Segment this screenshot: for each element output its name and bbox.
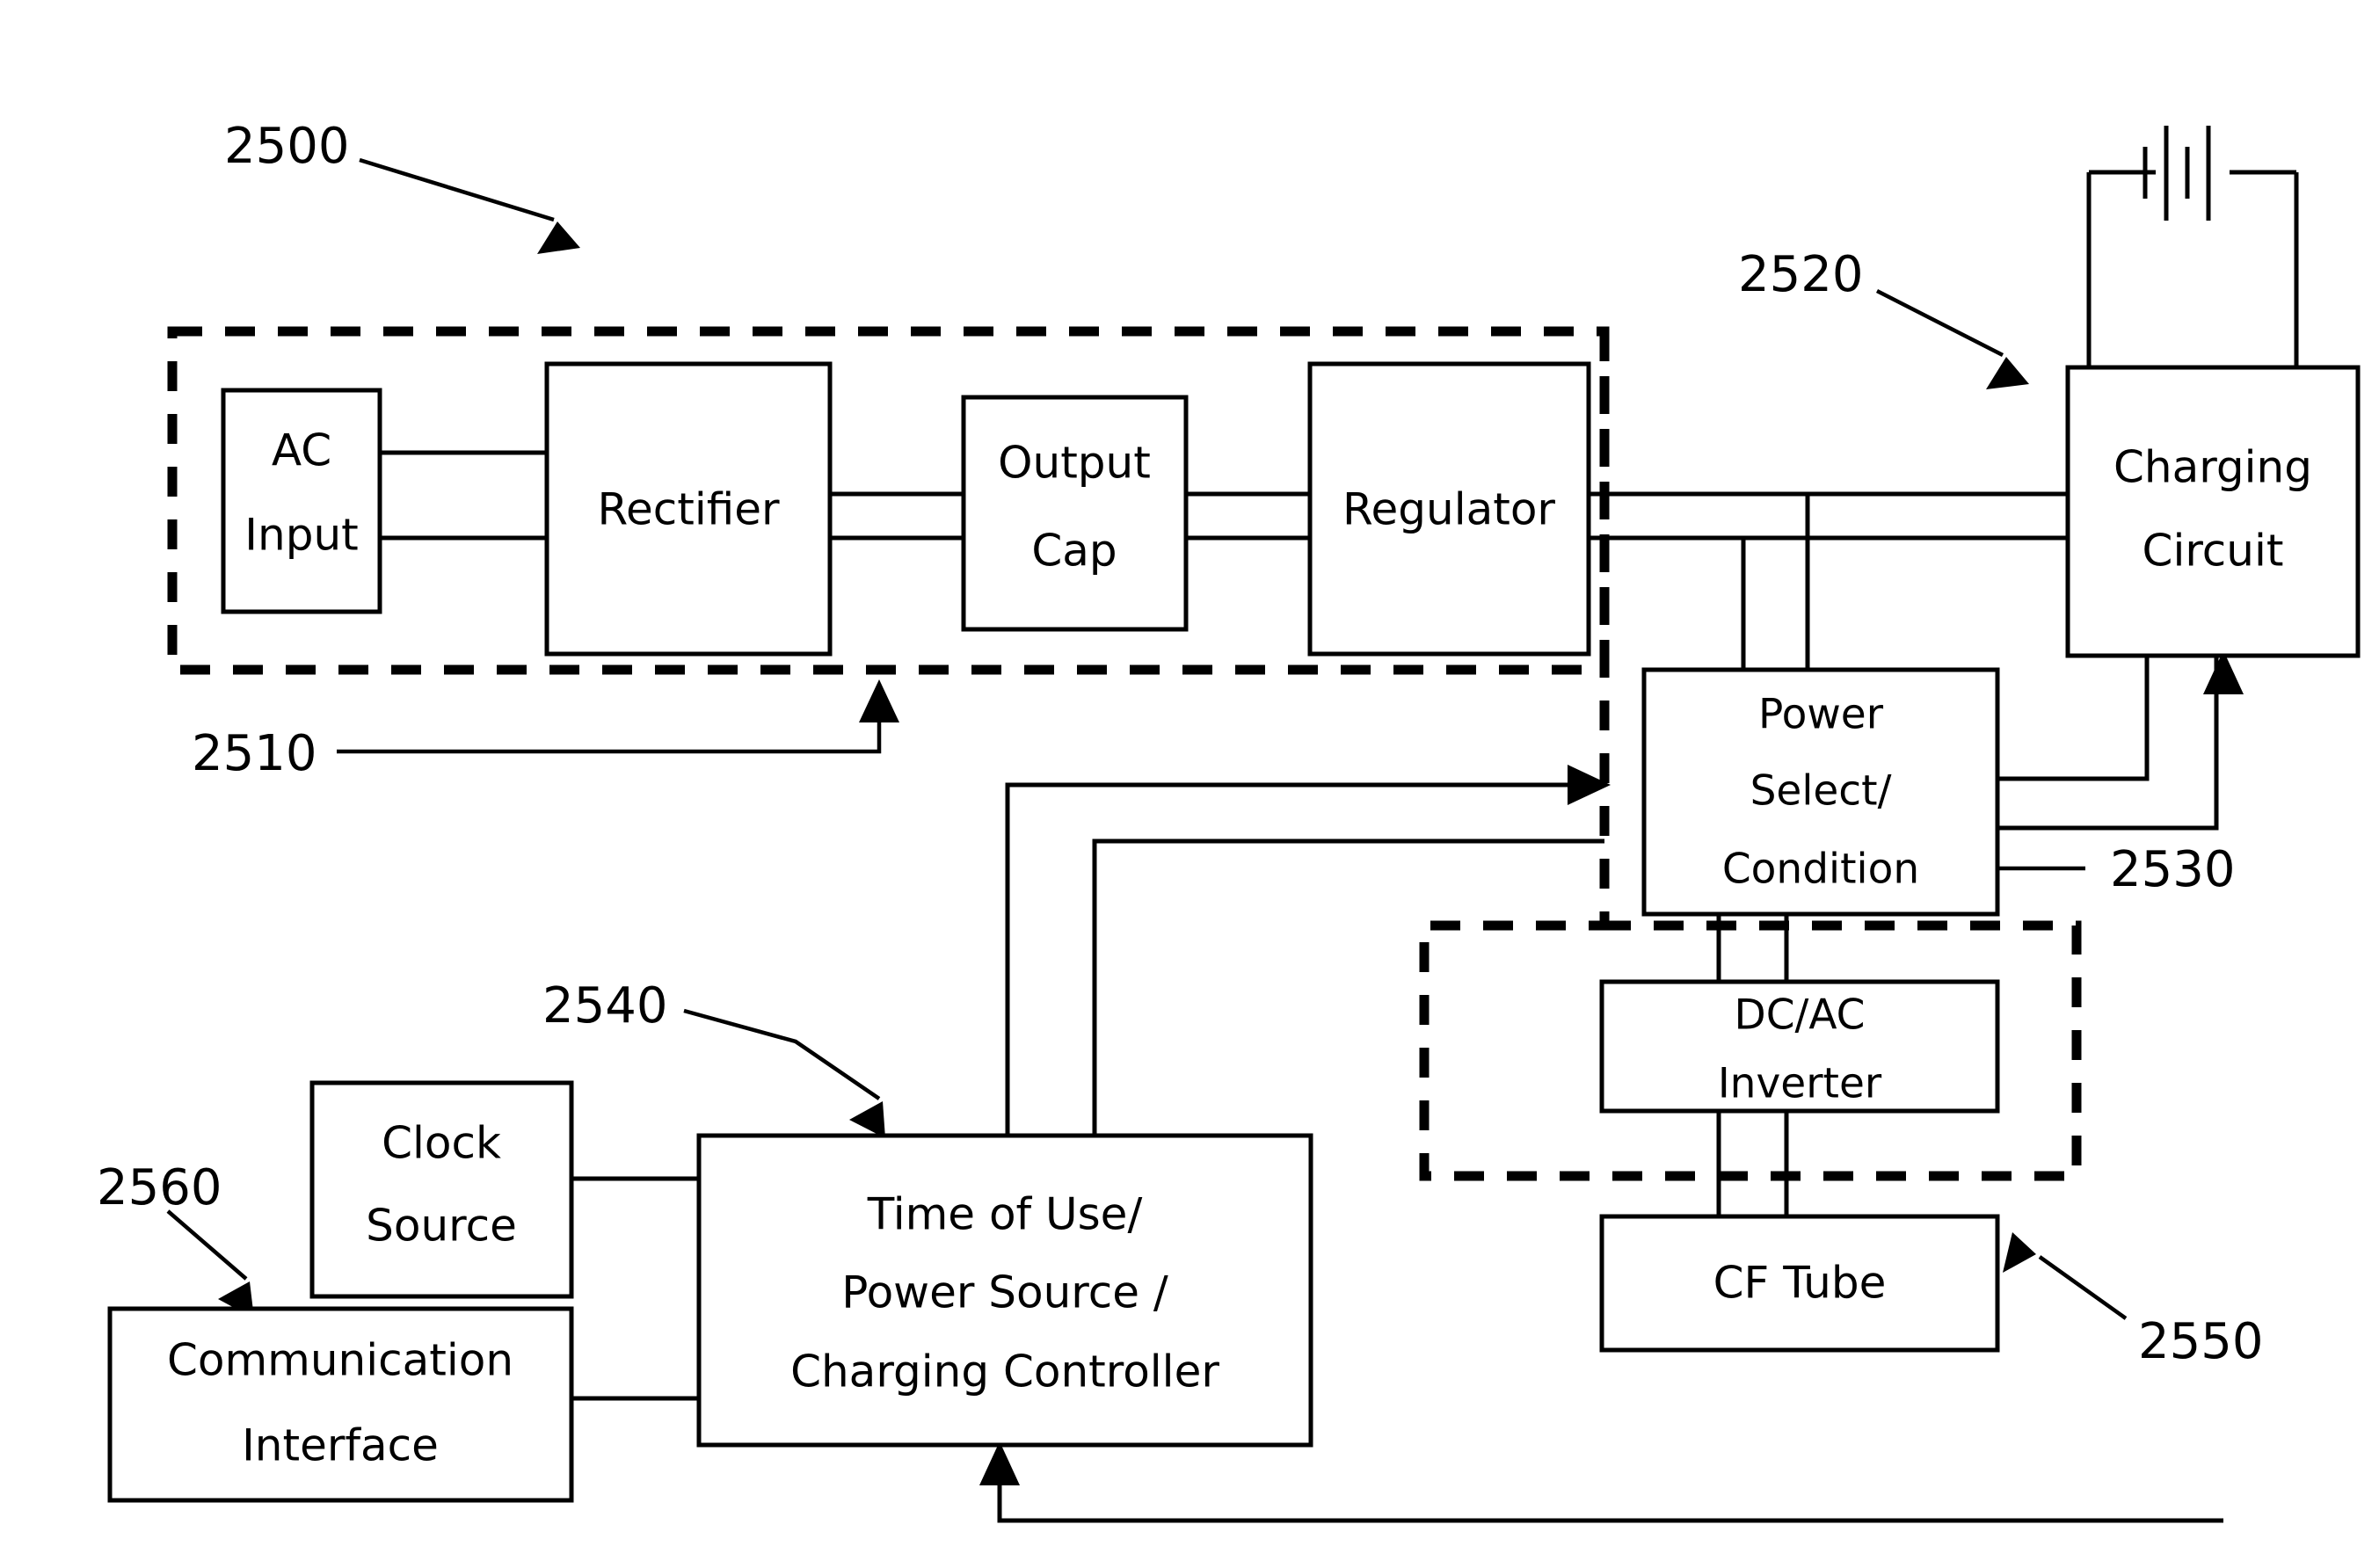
arrowhead-2500 <box>537 221 580 254</box>
block-output-cap-label-line1: Output <box>998 438 1151 489</box>
wire-controller-to-powerselect-lower <box>1092 838 1604 1136</box>
ref-numeral-2530: 2530 <box>2110 841 2236 898</box>
block-communication-interface-label-line2: Interface <box>242 1420 439 1471</box>
block-dc-ac-inverter-label-line2: Inverter <box>1718 1060 1882 1108</box>
block-ac-input[interactable] <box>221 388 382 614</box>
leader-2550 <box>2038 1255 2128 1320</box>
wire-controller-to-powerselect-upper <box>1005 782 1604 1136</box>
block-controller-label-line1: Time of Use/ <box>867 1189 1143 1240</box>
arrowhead-charging-feedback <box>979 1441 1020 1485</box>
block-ac-input-label-line1: AC <box>272 425 331 476</box>
block-power-select-label-line3: Condition <box>1722 846 1919 894</box>
block-charging-circuit-label-line1: Charging <box>2113 442 2312 493</box>
block-clock-source-label-line1: Clock <box>382 1118 501 1169</box>
block-controller-label-line3: Charging Controller <box>790 1347 1219 1397</box>
block-charging-circuit-label-line2: Circuit <box>2143 526 2284 577</box>
leader-2540 <box>683 1008 881 1100</box>
block-clock-source[interactable] <box>309 1080 574 1299</box>
block-regulator-label: Regulator <box>1342 484 1555 535</box>
block-diagram-svg: AC Input Rectifier Output Cap Regulator … <box>97 118 2361 1523</box>
wire-charging-feedback-to-controller <box>997 1446 2223 1523</box>
block-output-cap[interactable] <box>961 395 1189 632</box>
leader-2510 <box>337 684 882 754</box>
arrowhead-2540 <box>849 1101 885 1138</box>
block-charging-circuit[interactable] <box>2065 365 2361 658</box>
wire-charging-to-powerselect-upper <box>1997 656 2150 781</box>
block-power-select-label-line1: Power <box>1758 691 1884 739</box>
ref-numeral-2510: 2510 <box>192 725 317 782</box>
block-rectifier-label: Rectifier <box>597 484 779 535</box>
diagram-canvas: AC Input Rectifier Output Cap Regulator … <box>0 0 2379 1568</box>
arrowhead-2520 <box>1986 357 2029 389</box>
ref-numeral-2500: 2500 <box>224 118 350 175</box>
block-clock-source-label-line2: Source <box>366 1201 517 1252</box>
block-output-cap-label-line2: Cap <box>1031 526 1117 577</box>
block-controller-label-line2: Power Source / <box>841 1267 1168 1318</box>
block-power-select-label-line2: Select/ <box>1750 767 1892 816</box>
ref-numeral-2520: 2520 <box>1738 246 1864 303</box>
leader-2500 <box>359 157 555 222</box>
block-cf-tube-label: CF Tube <box>1713 1258 1887 1309</box>
arrowhead-2510-up <box>859 679 899 722</box>
leader-2560 <box>166 1209 248 1281</box>
wire-charging-to-powerselect-lower <box>1997 656 2219 831</box>
block-communication-interface-label-line1: Communication <box>167 1335 513 1386</box>
block-dc-ac-inverter-label-line1: DC/AC <box>1735 991 1866 1040</box>
block-ac-input-label-line2: Input <box>244 510 358 561</box>
leader-2520 <box>1875 288 2004 358</box>
ref-numeral-2540: 2540 <box>542 977 668 1034</box>
ref-numeral-2560: 2560 <box>97 1159 222 1216</box>
ref-numeral-2550: 2550 <box>2138 1313 2264 1370</box>
arrowhead-2550 <box>2003 1232 2036 1273</box>
